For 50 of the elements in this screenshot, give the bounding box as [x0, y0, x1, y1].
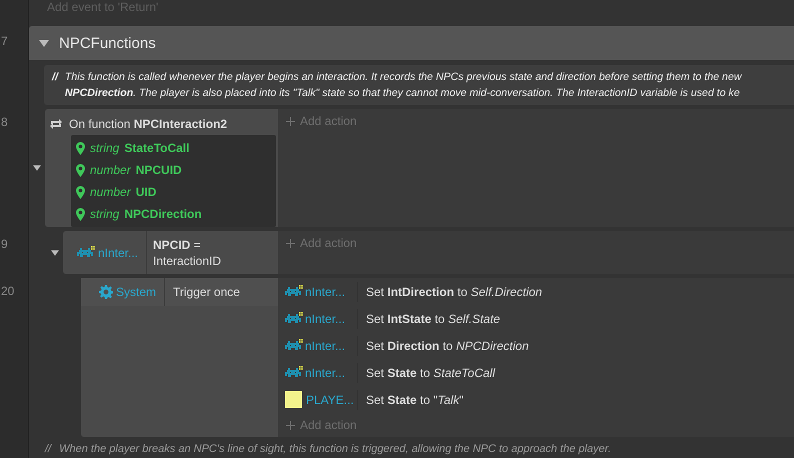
object-label[interactable]: nInter... — [278, 336, 358, 356]
gear-icon — [98, 285, 113, 299]
collapse-triangle-icon[interactable] — [39, 40, 49, 46]
event-conditions[interactable]: nInter... NPCID = InteractionID — [63, 231, 278, 274]
action-text: Set State to "Talk" — [365, 392, 464, 406]
plus-icon — [286, 116, 295, 126]
comment-text: This function is called whenever the player begins an interaction. It records the NPCs previous state and direction before setting them to the new — [64, 70, 742, 85]
group-name: NPCFunctions — [59, 34, 156, 52]
action-text: Set Direction to NPCDirection — [365, 338, 529, 352]
line-number: 20 — [1, 284, 16, 298]
object-label[interactable]: PLAYE... — [278, 390, 358, 410]
condition-text: Trigger once — [172, 284, 241, 301]
plus-icon — [286, 238, 295, 248]
parameter[interactable]: number NPCUID — [71, 159, 276, 181]
event-conditions[interactable]: System Trigger once — [81, 278, 278, 437]
line-number: 7 — [1, 34, 9, 48]
sprite-icon — [285, 285, 303, 298]
loop-icon — [49, 117, 63, 131]
condition-text: On function NPCInteraction2 — [69, 117, 228, 131]
parameter[interactable]: string NPCDirection — [71, 203, 276, 225]
plus-icon — [286, 420, 295, 430]
action-text: Set IntState to Self.State — [365, 312, 500, 326]
comment-marker: // — [52, 70, 58, 85]
sprite-icon — [76, 246, 95, 259]
pin-icon — [76, 142, 85, 154]
line-number: 8 — [1, 115, 9, 129]
action-text: Set State to StateToCall — [365, 366, 495, 380]
group-header[interactable]: NPCFunctions — [29, 26, 794, 60]
comment-text: When the player breaks an NPC's line of sight, this function is triggered, allowing the NPC to approach the player. — [59, 443, 612, 455]
collapse-triangle-icon[interactable] — [33, 165, 41, 171]
parameter[interactable]: string StateToCall — [71, 137, 276, 159]
object-label[interactable]: nInter... — [278, 282, 358, 302]
object-label[interactable]: System — [81, 278, 165, 306]
comment-marker: // — [45, 443, 52, 455]
parameter[interactable]: number UID — [71, 181, 276, 203]
action-text: Set IntDirection to Self.Direction — [365, 284, 542, 298]
line-number: 9 — [1, 237, 9, 251]
event-conditions[interactable]: On function NPCInteraction2 string StateToCall number NPCUID number UID string NPCDirection — [45, 109, 278, 227]
sprite-icon — [285, 339, 303, 352]
object-label[interactable]: nInter... — [278, 308, 358, 328]
sprite-icon — [285, 312, 303, 325]
pin-icon — [76, 164, 85, 176]
comment-text: NPCDirection. The player is also placed into its "Talk" state so that they cannot move mid-conversation. The InteractionID variable is used to ke — [64, 86, 741, 101]
sprite-icon — [285, 366, 303, 379]
object-label[interactable]: nInter... — [278, 362, 358, 382]
collapse-triangle-icon[interactable] — [51, 250, 59, 256]
condition-text: NPCID = InteractionID — [152, 237, 222, 270]
object-label[interactable]: nInter... — [63, 231, 147, 274]
pin-icon — [76, 208, 85, 220]
pin-icon — [76, 186, 85, 198]
